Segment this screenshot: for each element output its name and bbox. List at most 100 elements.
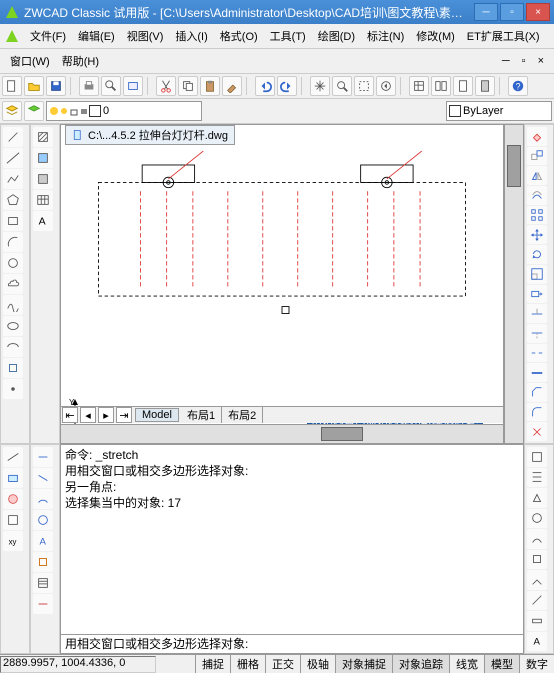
print-button[interactable] [79,76,99,96]
model-tab[interactable]: Model [135,408,179,422]
color-combo[interactable]: ByLayer [446,101,552,121]
menu-window[interactable]: 窗口(W) [4,51,56,71]
menu-insert[interactable]: 插入(I) [169,26,213,46]
area-tool[interactable] [3,468,23,488]
dim5-tool[interactable]: A [33,531,53,551]
spline-tool[interactable] [3,295,23,315]
drawing-canvas[interactable]: C:\...4.5.2 拉伸台灯灯杆.dwg 用相交窗口或相交多边形选择对象: … [60,124,504,444]
ellipsearc-tool[interactable] [3,337,23,357]
fillet-tool[interactable] [527,403,547,422]
break-tool[interactable] [527,344,547,363]
arc-tool[interactable] [3,232,23,252]
pan-button[interactable] [310,76,330,96]
command-input[interactable]: 用相交窗口或相交多边形选择对象: [61,634,523,653]
menu-modify[interactable]: 修改(M) [410,26,461,46]
menu-et[interactable]: ET扩展工具(X) [461,26,546,46]
layout1-tab[interactable]: 布局1 [181,407,222,423]
dist-tool[interactable] [3,447,23,467]
menu-file[interactable]: 文件(F) [24,26,72,46]
polygon-tool[interactable] [3,190,23,210]
v10-tool[interactable]: A [527,632,547,652]
menu-tools[interactable]: 工具(T) [264,26,312,46]
undo-button[interactable] [255,76,275,96]
layout2-tab[interactable]: 布局2 [222,407,263,423]
block-tool[interactable] [3,358,23,378]
calc-button[interactable] [475,76,495,96]
command-window[interactable]: 命令: _stretch 用相交窗口或相交多边形选择对象: 另一角点: 选择集当… [60,444,524,654]
dim6-tool[interactable] [33,552,53,572]
mdi-minimize[interactable]: ─ [496,53,516,69]
mode-lwt[interactable]: 线宽 [449,655,484,673]
id-tool[interactable]: xy [3,531,23,551]
v8-tool[interactable] [527,591,547,611]
region-tool[interactable] [33,169,53,189]
dim4-tool[interactable] [33,510,53,530]
point-tool[interactable] [3,379,23,399]
mode-grid[interactable]: 栅格 [230,655,265,673]
vscrollbar[interactable] [504,124,524,444]
table-tool[interactable] [33,190,53,210]
copymod-tool[interactable] [527,147,547,166]
v3-tool[interactable] [527,488,547,508]
v5-tool[interactable] [527,529,547,549]
restore-button[interactable]: ▫ [500,3,524,21]
v9-tool[interactable] [527,611,547,631]
v6-tool[interactable] [527,550,547,570]
layer-combo[interactable]: 0 [46,101,202,121]
chamfer-tool[interactable] [527,383,547,402]
massprop-tool[interactable] [3,489,23,509]
v1-tool[interactable] [527,447,547,467]
line-tool[interactable] [3,127,23,147]
mirror-tool[interactable] [527,166,547,185]
v2-tool[interactable] [527,468,547,488]
mode-num[interactable]: 数字 [519,655,554,673]
mode-ortho[interactable]: 正交 [265,655,300,673]
new-button[interactable] [2,76,22,96]
hscroll-thumb[interactable] [321,427,363,441]
paste-button[interactable] [200,76,220,96]
trim-tool[interactable] [527,304,547,323]
dim7-tool[interactable] [33,573,53,593]
ellipse-tool[interactable] [3,316,23,336]
explode-tool[interactable] [527,422,547,441]
zoom-button[interactable] [332,76,352,96]
move-tool[interactable] [527,225,547,244]
v7-tool[interactable] [527,570,547,590]
preview-button[interactable] [101,76,121,96]
layerstate-button[interactable] [24,101,44,121]
mdi-restore[interactable]: ▫ [516,53,532,69]
hscrollbar[interactable] [61,424,503,443]
mdi-close[interactable]: × [532,53,550,69]
scale-tool[interactable] [527,265,547,284]
menu-view[interactable]: 视图(V) [121,26,170,46]
cut-button[interactable] [156,76,176,96]
hatch-tool[interactable] [33,127,53,147]
menu-draw[interactable]: 绘图(D) [312,26,361,46]
help-button[interactable]: ? [508,76,528,96]
save-button[interactable] [46,76,66,96]
xline-tool[interactable] [3,148,23,168]
tab-first[interactable]: ⇤ [62,407,78,423]
matchprop-button[interactable] [222,76,242,96]
list-tool[interactable] [3,510,23,530]
menu-format[interactable]: 格式(O) [214,26,264,46]
extend-tool[interactable] [527,324,547,343]
join-tool[interactable] [527,363,547,382]
mode-snap[interactable]: 捕捉 [195,655,230,673]
rotate-tool[interactable] [527,245,547,264]
dim1-tool[interactable] [33,447,53,467]
offset-tool[interactable] [527,186,547,205]
minimize-button[interactable]: ─ [474,3,498,21]
zoomprev-button[interactable] [376,76,396,96]
circle-tool[interactable] [3,253,23,273]
tab-last[interactable]: ⇥ [116,407,132,423]
tab-next[interactable]: ▸ [98,407,114,423]
copy-button[interactable] [178,76,198,96]
open-button[interactable] [24,76,44,96]
vscroll-thumb[interactable] [507,145,521,187]
gradient-tool[interactable] [33,148,53,168]
mode-model[interactable]: 模型 [484,655,519,673]
dim3-tool[interactable] [33,489,53,509]
layermgr-button[interactable] [2,101,22,121]
redo-button[interactable] [277,76,297,96]
